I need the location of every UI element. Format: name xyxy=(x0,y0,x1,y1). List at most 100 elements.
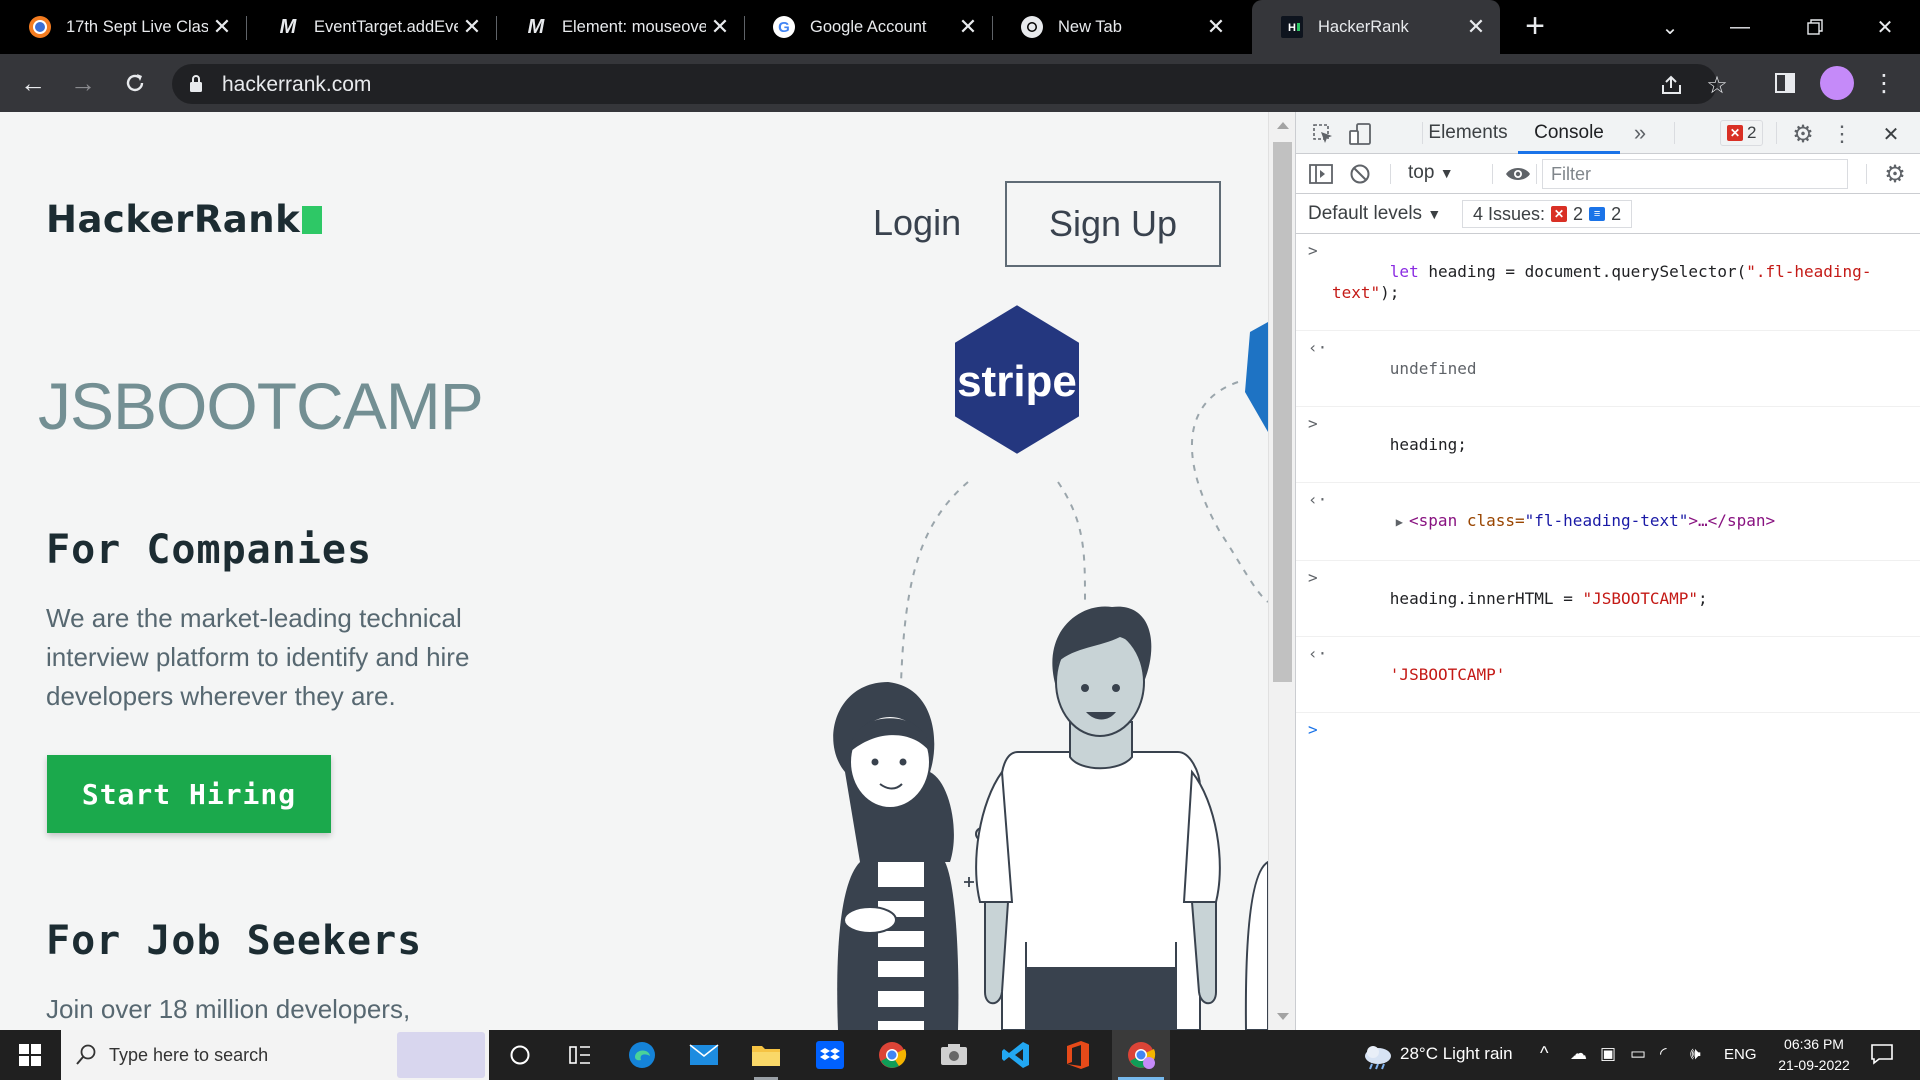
log-levels-dropdown[interactable]: Default levels ▼ xyxy=(1308,203,1441,225)
tab-new-tab[interactable]: New Tab ✕ xyxy=(992,0,1240,54)
close-tab-icon[interactable]: ✕ xyxy=(954,13,982,41)
chrome-taskbar-icon[interactable] xyxy=(872,1035,912,1075)
page-heading: JSBOOTCAMP xyxy=(38,369,484,443)
svg-text:G: G xyxy=(778,19,790,36)
new-tab-button[interactable]: + xyxy=(1520,9,1550,43)
volume-icon[interactable]: 🕪 xyxy=(1690,1044,1701,1064)
tab-hackerrank[interactable]: H HackerRank ✕ xyxy=(1252,0,1500,54)
search-icon xyxy=(75,1044,97,1071)
screen-capture-icon[interactable] xyxy=(934,1035,974,1075)
close-tab-icon[interactable]: ✕ xyxy=(458,13,486,41)
minimize-icon[interactable]: — xyxy=(1710,0,1770,54)
task-view-icon[interactable] xyxy=(560,1035,600,1075)
google-favicon-icon: G xyxy=(772,15,796,39)
cortana-icon[interactable] xyxy=(500,1035,540,1075)
error-icon: ✕ xyxy=(1551,206,1568,222)
console-prompt[interactable]: > xyxy=(1296,713,1920,788)
inspect-element-icon[interactable] xyxy=(1310,121,1336,147)
more-tabs-icon[interactable]: » xyxy=(1628,120,1652,146)
close-tab-icon[interactable]: ✕ xyxy=(208,13,236,41)
vscode-icon[interactable] xyxy=(996,1035,1036,1075)
close-tab-icon[interactable]: ✕ xyxy=(1202,13,1230,41)
signup-button[interactable]: Sign Up xyxy=(1005,181,1221,267)
console-output-line: ‹· 'JSBOOTCAMP' xyxy=(1296,637,1920,713)
context-selector[interactable]: top ▼ xyxy=(1408,162,1454,184)
dropdown-arrow-icon: ▼ xyxy=(1427,206,1442,222)
tab-console[interactable]: Console xyxy=(1518,122,1620,144)
devtools-menu-icon[interactable]: ⋮ xyxy=(1831,121,1853,147)
output-arrow-icon: ‹· xyxy=(1308,490,1328,509)
prompt-chevron-icon: > xyxy=(1308,720,1318,739)
back-icon[interactable]: ← xyxy=(16,66,50,100)
reload-icon[interactable] xyxy=(118,66,152,100)
language-indicator[interactable]: ENG xyxy=(1724,1046,1757,1063)
onedrive-cloud-icon[interactable]: ☁ xyxy=(1570,1044,1587,1064)
start-hiring-button[interactable]: Start Hiring xyxy=(47,755,331,833)
office-icon[interactable] xyxy=(1058,1035,1098,1075)
console-output-element[interactable]: ‹· ▶ <span class="fl-heading-text">…</span… xyxy=(1296,483,1920,561)
console-output[interactable]: > let heading = document.querySelector(".… xyxy=(1296,234,1920,788)
issues-button[interactable]: 4 Issues: ✕ 2 ≡ 2 xyxy=(1462,200,1633,228)
weather-cloud-icon[interactable] xyxy=(1358,1036,1398,1076)
notifications-icon[interactable] xyxy=(1870,1042,1894,1071)
error-count-badge[interactable]: ✕ 2 xyxy=(1720,120,1764,146)
tab-live-class[interactable]: 17th Sept Live Class D ✕ xyxy=(0,0,247,54)
system-clock[interactable]: 06:36 PM 21-09-2022 xyxy=(1766,1034,1862,1076)
console-filter-input[interactable]: Filter xyxy=(1542,159,1848,189)
bookmark-star-icon[interactable]: ☆ xyxy=(1702,70,1732,100)
error-icon: ✕ xyxy=(1727,125,1743,141)
file-explorer-icon[interactable] xyxy=(746,1035,786,1080)
close-tab-icon[interactable]: ✕ xyxy=(1462,13,1490,41)
network-icon[interactable]: ◜ xyxy=(1660,1044,1667,1064)
clear-console-icon[interactable] xyxy=(1348,162,1372,186)
scrollbar-thumb[interactable] xyxy=(1273,142,1292,682)
tab-google-account[interactable]: G Google Account ✕ xyxy=(744,0,993,54)
search-highlight-image xyxy=(397,1032,485,1078)
lock-icon[interactable] xyxy=(188,74,204,99)
tab-title: EventTarget.addEvent xyxy=(314,17,458,36)
tab-mouseover[interactable]: M Element: mouseover e ✕ xyxy=(496,0,745,54)
scroll-up-arrow-icon[interactable] xyxy=(1277,122,1289,129)
edge-icon[interactable] xyxy=(622,1035,662,1075)
close-window-icon[interactable]: ✕ xyxy=(1855,0,1915,54)
page-scrollbar[interactable] xyxy=(1268,112,1295,1030)
tab-search-icon[interactable]: ⌄ xyxy=(1640,0,1700,54)
woman-figure xyxy=(833,682,959,1030)
console-input-line[interactable]: > heading.innerHTML = "JSBOOTCAMP"; xyxy=(1296,561,1920,637)
battery-icon[interactable]: ▭ xyxy=(1630,1044,1646,1064)
console-input-line[interactable]: > let heading = document.querySelector(".… xyxy=(1296,234,1920,331)
tab-addeventlistener[interactable]: M EventTarget.addEvent ✕ xyxy=(248,0,497,54)
address-bar[interactable]: hackerrank.com ☆ xyxy=(172,64,1728,104)
weather-text[interactable]: 28°C Light rain xyxy=(1400,1044,1513,1064)
login-link[interactable]: Login xyxy=(873,202,961,244)
console-settings-gear-icon[interactable]: ⚙ xyxy=(1882,161,1908,188)
live-expression-eye-icon[interactable] xyxy=(1504,162,1532,186)
mdn-favicon-icon: M xyxy=(527,15,545,38)
device-toolbar-icon[interactable] xyxy=(1348,121,1374,147)
mail-icon[interactable] xyxy=(684,1035,724,1075)
settings-gear-icon[interactable]: ⚙ xyxy=(1790,121,1816,148)
dropdown-arrow-icon: ▼ xyxy=(1439,165,1454,181)
dropbox-icon[interactable] xyxy=(810,1035,850,1075)
show-hidden-icons-icon[interactable]: ^ xyxy=(1540,1043,1548,1064)
scroll-down-arrow-icon[interactable] xyxy=(1277,1013,1289,1020)
profile-avatar[interactable] xyxy=(1820,66,1854,100)
close-devtools-icon[interactable]: ✕ xyxy=(1878,121,1904,147)
hackerrank-logo[interactable]: HackerRank xyxy=(46,198,323,241)
tab-title: 17th Sept Live Class D xyxy=(66,17,208,36)
chrome-profile-taskbar-button[interactable] xyxy=(1112,1030,1170,1080)
chrome-menu-icon[interactable]: ⋮ xyxy=(1872,66,1896,100)
taskbar-search-box[interactable]: Type here to search xyxy=(61,1030,489,1080)
tab-elements[interactable]: Elements xyxy=(1423,122,1513,144)
close-tab-icon[interactable]: ✕ xyxy=(706,13,734,41)
restore-icon[interactable] xyxy=(1785,0,1845,54)
forward-icon[interactable]: → xyxy=(66,66,100,100)
browser-toolbar: ← → hackerrank.com ☆ ⋮ xyxy=(0,54,1920,112)
console-input-line[interactable]: > heading; xyxy=(1296,407,1920,483)
meet-now-icon[interactable]: ▣ xyxy=(1600,1044,1616,1064)
expand-triangle-icon[interactable]: ▶ xyxy=(1396,515,1403,529)
share-icon[interactable] xyxy=(1657,70,1687,100)
show-sidebar-icon[interactable] xyxy=(1308,162,1334,186)
side-panel-icon[interactable] xyxy=(1768,66,1802,100)
windows-start-icon[interactable] xyxy=(10,1035,50,1075)
